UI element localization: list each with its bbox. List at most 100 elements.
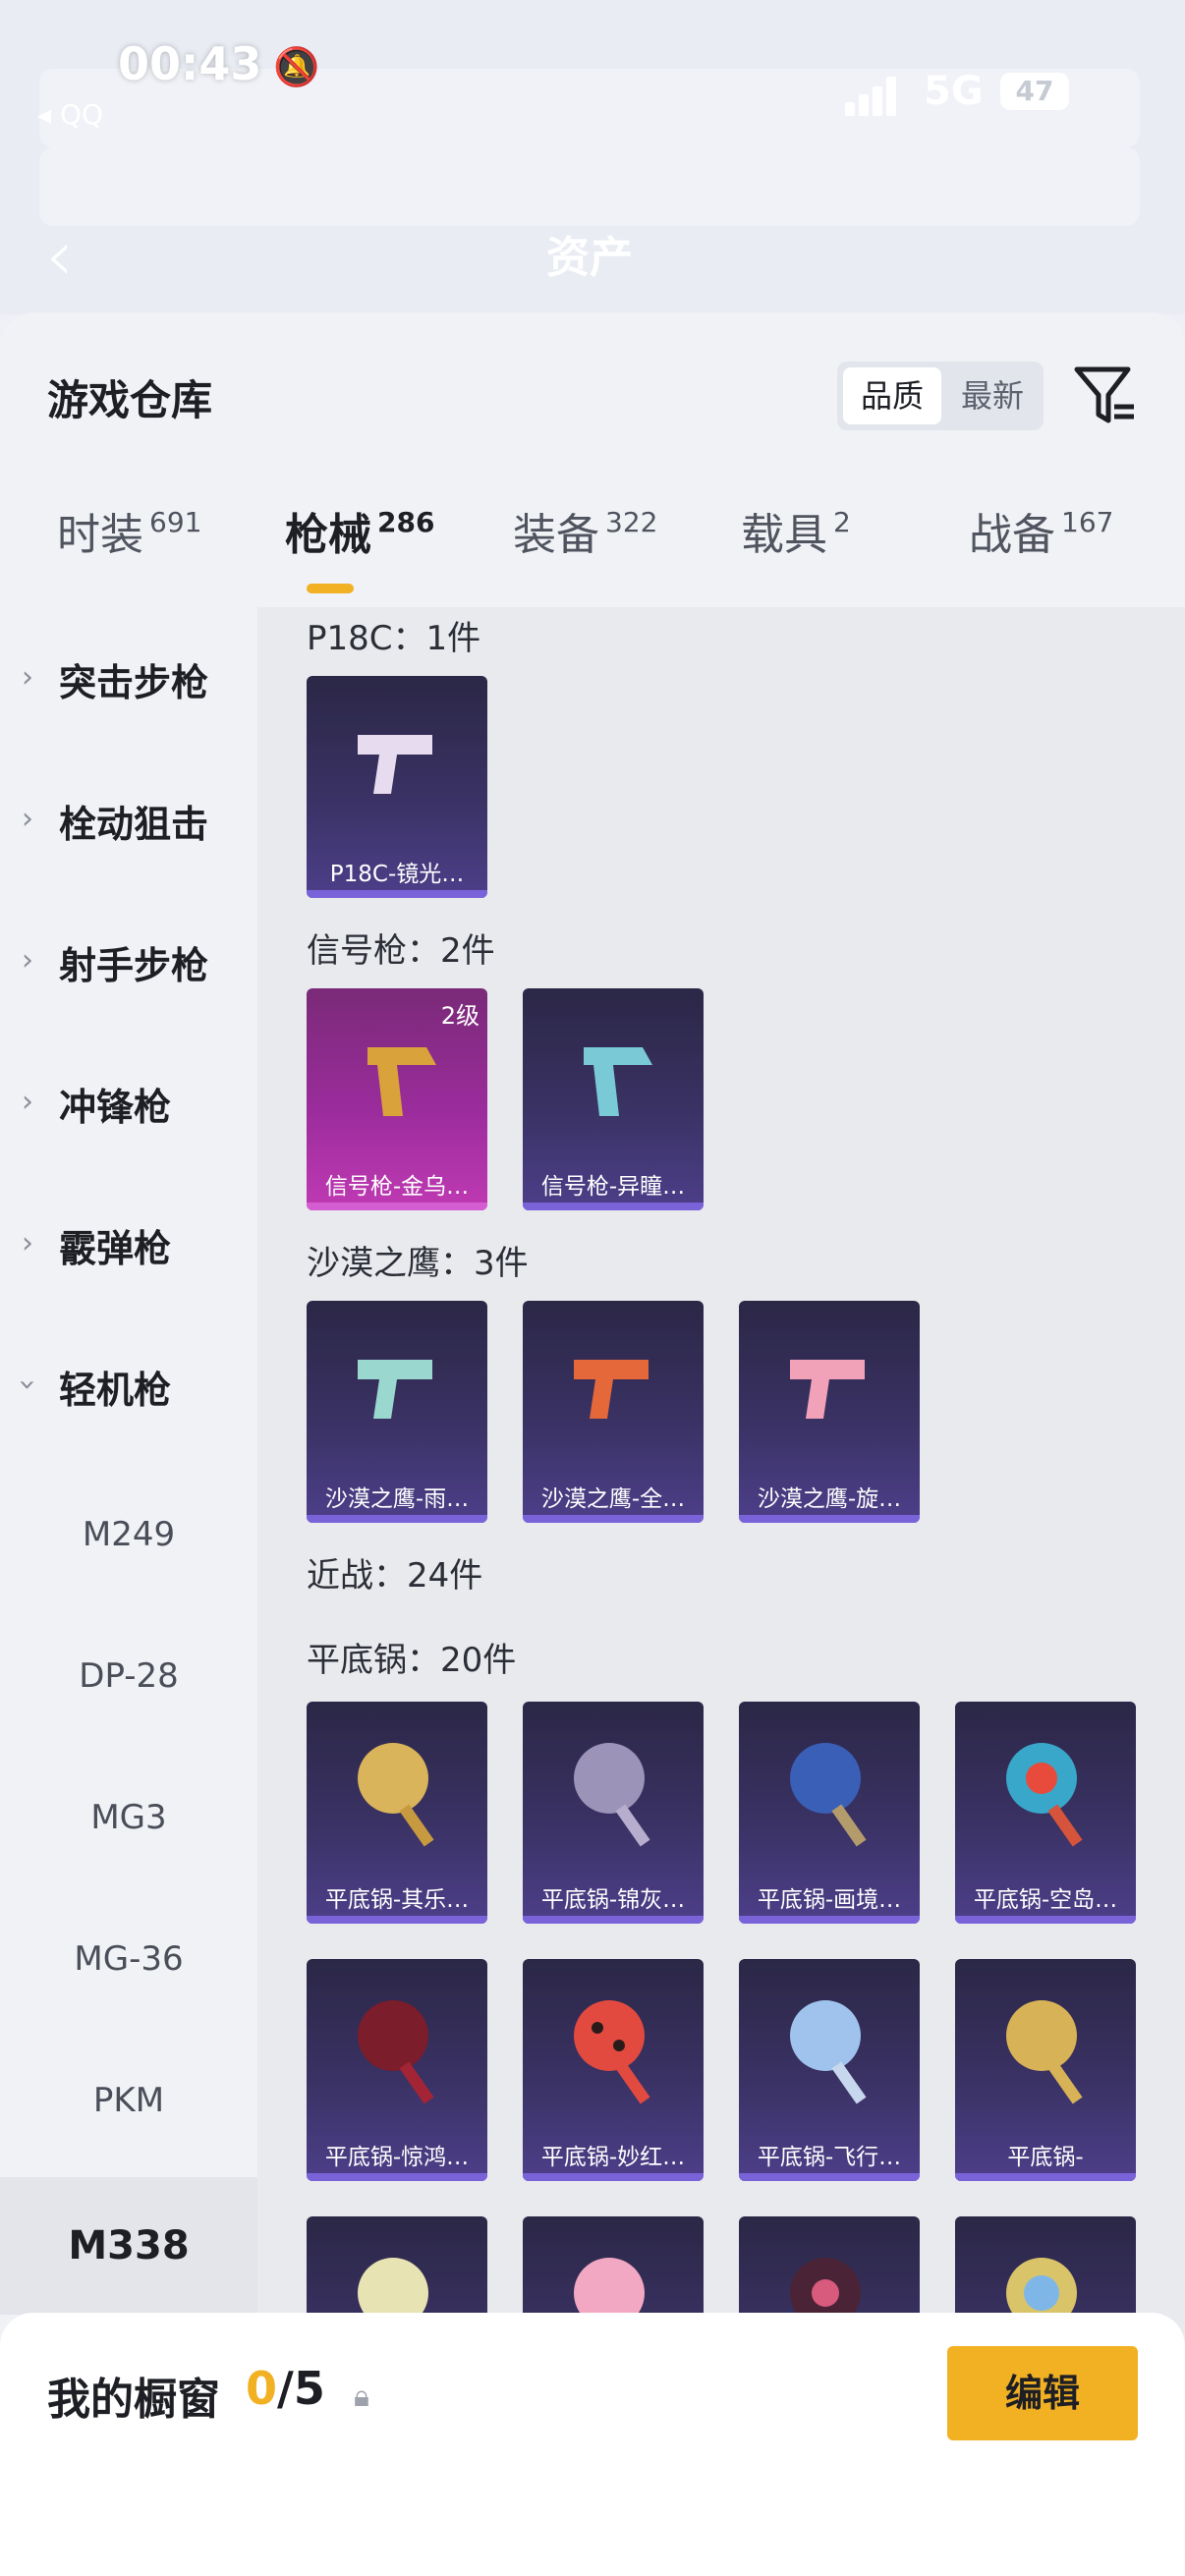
- filter-icon[interactable]: [1071, 362, 1140, 430]
- item-card[interactable]: 平底锅-惊鸿…: [307, 1959, 487, 2181]
- showcase-label: 我的橱窗: [47, 2375, 220, 2425]
- clock: 00:43: [118, 37, 262, 90]
- rarity-stripe: [307, 1203, 487, 1210]
- back-arrow-icon[interactable]: ‹: [45, 214, 74, 297]
- sidebar-item-marksman-rifle[interactable]: › 射手步枪: [0, 900, 257, 1037]
- signal-icon: [845, 77, 904, 116]
- item-card[interactable]: 沙漠之鹰-全…: [523, 1301, 704, 1523]
- sidebar-subitem-m249[interactable]: M249: [0, 1466, 257, 1603]
- sidebar-subitem-pkm[interactable]: PKM: [0, 2032, 257, 2169]
- showcase-count: 0/5: [246, 2362, 325, 2415]
- sidebar-item-lmg[interactable]: › 轻机枪: [0, 1324, 257, 1462]
- rarity-stripe: [523, 2173, 704, 2181]
- tab-label: 战备: [969, 510, 1055, 560]
- item-card[interactable]: 平底锅-飞行…: [739, 1959, 920, 2181]
- sidebar-item-label: 突击步枪: [59, 661, 209, 704]
- category-tabs: 时装 691 枪械 286 装备 322 载具 2 战备 167: [0, 499, 1185, 607]
- item-name: 沙漠之鹰-雨…: [324, 1486, 470, 1512]
- rarity-stripe: [307, 890, 487, 898]
- chevron-right-icon: ›: [22, 1226, 33, 1260]
- item-card[interactable]: 沙漠之鹰-雨…: [307, 1301, 487, 1523]
- tab-supplies[interactable]: 战备 167: [969, 499, 1113, 597]
- item-name: 平底锅-飞行…: [757, 2145, 902, 2170]
- item-name: 信号枪-金乌…: [324, 1174, 470, 1200]
- tab-label: 装备: [513, 510, 599, 560]
- item-card[interactable]: 平底锅-: [955, 1959, 1136, 2181]
- sidebar-item-label: 霰弹枪: [59, 1227, 172, 1270]
- group-title: 近战：24件: [307, 1556, 483, 1596]
- item-card[interactable]: 沙漠之鹰-旋…: [739, 1301, 920, 1523]
- tab-label: 时装: [57, 510, 143, 560]
- rarity-stripe: [523, 1515, 704, 1523]
- edit-button[interactable]: 编辑: [947, 2346, 1138, 2440]
- sort-quality-button[interactable]: 品质: [843, 367, 941, 424]
- rarity-stripe: [739, 2173, 920, 2181]
- group-title: P18C：1件: [307, 619, 481, 658]
- pistol-icon: [358, 1360, 432, 1419]
- item-card[interactable]: 平底锅-妙红…: [523, 1959, 704, 2181]
- chevron-right-icon: ›: [22, 1085, 33, 1119]
- tab-label: 枪械: [285, 510, 371, 560]
- frying-pan-icon: [358, 2000, 434, 2104]
- sidebar-item-label: 冲锋枪: [59, 1086, 172, 1129]
- rarity-stripe: [523, 1916, 704, 1924]
- item-name: 平底锅-锦灰…: [540, 1887, 686, 1913]
- item-card[interactable]: P18C-镜光…: [307, 676, 487, 898]
- chevron-right-icon: ›: [22, 943, 33, 978]
- sidebar-item-label: 射手步枪: [59, 944, 209, 987]
- sidebar-item-assault-rifle[interactable]: › 突击步枪: [0, 617, 257, 755]
- frying-pan-icon: [1006, 1743, 1083, 1847]
- item-name: 平底锅-画境…: [757, 1887, 902, 1913]
- showcase-max: /5: [277, 2362, 325, 2415]
- rarity-stripe: [955, 1916, 1136, 1924]
- sort-newest-button[interactable]: 最新: [947, 367, 1038, 424]
- frying-pan-icon: [790, 1743, 867, 1847]
- back-to-app[interactable]: ◂ QQ: [37, 98, 103, 131]
- rarity-stripe: [955, 2173, 1136, 2181]
- item-name: 信号枪-异瞳…: [540, 1174, 686, 1200]
- page-title: 资产: [546, 233, 633, 283]
- frying-pan-icon: [574, 1743, 650, 1847]
- flare-gun-icon: [584, 1047, 652, 1116]
- rarity-stripe: [523, 1203, 704, 1210]
- item-name: P18C-镜光…: [329, 862, 465, 887]
- tab-vehicles[interactable]: 载具 2: [741, 499, 851, 597]
- chevron-down-icon: ›: [10, 1378, 45, 1391]
- sidebar-subitem-mg3[interactable]: MG3: [0, 1749, 257, 1886]
- sidebar-subitem-m338[interactable]: M338: [0, 2177, 257, 2315]
- item-card[interactable]: 信号枪-异瞳…: [523, 988, 704, 1210]
- item-card[interactable]: 平底锅-锦灰…: [523, 1702, 704, 1924]
- group-title: 信号枪：2件: [307, 931, 495, 971]
- sort-toggle: 品质 最新: [837, 362, 1044, 430]
- sidebar-subitem-dp28[interactable]: DP-28: [0, 1607, 257, 1745]
- item-card[interactable]: 平底锅-空岛…: [955, 1702, 1136, 1924]
- tab-count: 167: [1061, 506, 1114, 538]
- frying-pan-icon: [1006, 2000, 1083, 2104]
- rarity-stripe: [307, 1515, 487, 1523]
- item-card[interactable]: 平底锅-其乐…: [307, 1702, 487, 1924]
- sidebar-item-shotgun[interactable]: › 霰弹枪: [0, 1183, 257, 1320]
- active-tab-indicator: [307, 584, 354, 593]
- warehouse-sheet: 游戏仓库 品质 最新 时装 691 枪械 286 装备 322 载具 2 战备 167 ›…: [0, 312, 1185, 2576]
- network-type: 5G: [924, 69, 984, 114]
- tab-count: 322: [605, 506, 658, 538]
- tab-count: 691: [149, 506, 202, 538]
- tab-count: 286: [377, 506, 435, 538]
- item-name: 平底锅-空岛…: [973, 1887, 1118, 1913]
- tab-equipment[interactable]: 装备 322: [513, 499, 657, 597]
- tab-label: 载具: [741, 510, 827, 560]
- item-name: 平底锅-惊鸿…: [324, 2145, 470, 2170]
- lock-icon: 🔒︎: [354, 2380, 369, 2414]
- tab-fashion[interactable]: 时装 691: [57, 499, 201, 597]
- rarity-stripe: [307, 1916, 487, 1924]
- item-card[interactable]: 2级 信号枪-金乌…: [307, 988, 487, 1210]
- tab-firearms[interactable]: 枪械 286: [285, 499, 434, 597]
- sidebar-item-bolt-sniper[interactable]: › 栓动狙击: [0, 758, 257, 896]
- mute-bell-icon: 🔕: [273, 45, 320, 88]
- item-name: 平底锅-妙红…: [540, 2145, 686, 2170]
- group-title: 平底锅：20件: [307, 1641, 517, 1680]
- sidebar-subitem-mg36[interactable]: MG-36: [0, 1890, 257, 2028]
- showcase-current: 0: [246, 2362, 278, 2415]
- item-card[interactable]: 平底锅-画境…: [739, 1702, 920, 1924]
- sidebar-item-smg[interactable]: › 冲锋枪: [0, 1041, 257, 1179]
